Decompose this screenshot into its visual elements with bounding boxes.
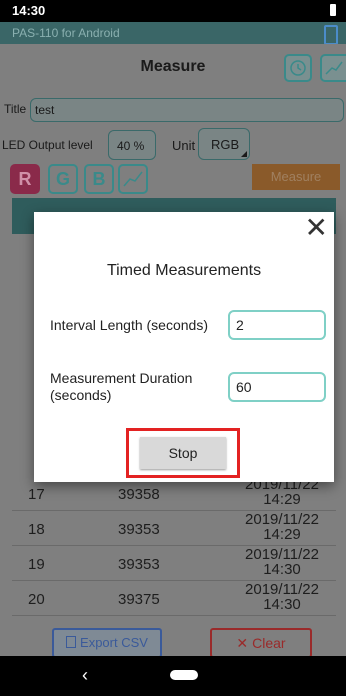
- export-label: Export CSV: [80, 635, 148, 650]
- dialog-title: Timed Measurements: [106, 262, 262, 279]
- interval-label: Interval Length (seconds): [50, 317, 208, 333]
- led-input[interactable]: 40 %: [108, 130, 156, 160]
- duration-input[interactable]: 60: [228, 372, 326, 402]
- row-number: 17: [28, 486, 45, 503]
- row-time: 14:30: [263, 561, 301, 578]
- unit-value: RGB: [211, 137, 240, 152]
- row-datetime: 2019/11/22 14:30: [240, 582, 324, 612]
- row-time: 14:30: [263, 596, 301, 613]
- led-value: 40 %: [117, 139, 145, 153]
- title-value: test: [35, 103, 55, 117]
- export-csv-button[interactable]: Export CSV: [52, 628, 162, 658]
- dropdown-icon: [241, 151, 247, 157]
- graph-icon[interactable]: [320, 54, 346, 82]
- timer-icon[interactable]: [284, 54, 312, 82]
- status-bar: 14:30: [0, 0, 346, 22]
- measure-button[interactable]: Measure: [252, 164, 340, 190]
- navigation-bar: ‹: [0, 656, 346, 696]
- r-channel-button[interactable]: R: [10, 164, 40, 194]
- stop-button[interactable]: Stop: [140, 437, 226, 469]
- g-channel-button[interactable]: G: [48, 164, 78, 194]
- clear-label: Clear: [252, 635, 286, 651]
- unit-select[interactable]: RGB: [198, 128, 250, 160]
- row-datetime: 2019/11/22 14:30: [240, 547, 324, 577]
- document-icon: [66, 636, 77, 648]
- row-number: 19: [28, 556, 45, 573]
- duration-label: Measurement Duration (seconds): [50, 370, 193, 403]
- battery-icon: [330, 4, 336, 16]
- title-bar: Measure: [0, 44, 346, 86]
- row-datetime: 2019/11/22 14:29: [240, 512, 324, 542]
- back-icon[interactable]: ‹: [82, 665, 88, 686]
- row-number: 20: [28, 591, 45, 608]
- interval-input[interactable]: 2: [228, 310, 326, 340]
- timed-measurements-dialog: ✕ Timed Measurements Interval Length (se…: [34, 212, 334, 482]
- title-label: Title: [4, 102, 27, 116]
- row-time: 14:29: [263, 491, 301, 508]
- bottom-bar: Export CSV ✕ Clear: [0, 616, 346, 658]
- bluetooth-icon[interactable]: [324, 25, 338, 45]
- table-row: 18 39353 2019/11/22 14:29: [12, 511, 336, 546]
- status-time: 14:30: [12, 3, 46, 18]
- row-number: 18: [28, 521, 45, 538]
- close-icon: ✕: [236, 635, 249, 651]
- row-time: 14:29: [263, 526, 301, 543]
- title-input[interactable]: test: [30, 98, 344, 122]
- row-value: 39353: [118, 521, 160, 538]
- app-bar: PAS-110 for Android: [0, 22, 346, 45]
- row-value: 39358: [118, 486, 160, 503]
- app-name: PAS-110 for Android: [12, 26, 120, 40]
- led-label: LED Output level: [2, 138, 93, 152]
- b-channel-button[interactable]: B: [84, 164, 114, 194]
- row-value: 39353: [118, 556, 160, 573]
- table-row: 20 39375 2019/11/22 14:30: [12, 581, 336, 616]
- home-icon[interactable]: [170, 670, 198, 680]
- close-icon[interactable]: ✕: [305, 214, 328, 242]
- table-row: 19 39353 2019/11/22 14:30: [12, 546, 336, 581]
- chart-icon[interactable]: [118, 164, 148, 194]
- row-value: 39375: [118, 591, 160, 608]
- unit-label: Unit: [172, 138, 196, 153]
- clear-button[interactable]: ✕ Clear: [210, 628, 312, 658]
